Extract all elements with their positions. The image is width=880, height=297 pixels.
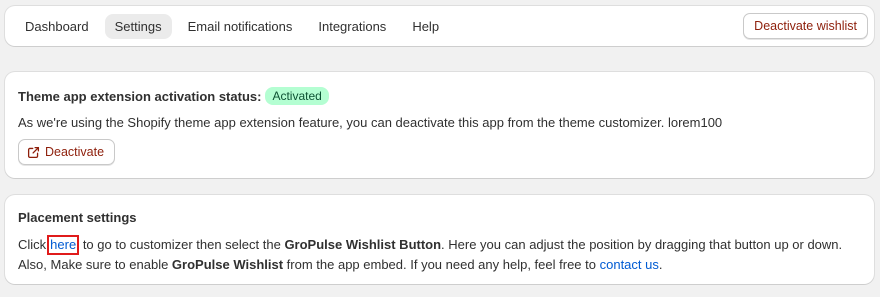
- wishlist-embed-name: GroPulse Wishlist: [171, 257, 284, 272]
- placement-heading-row: Placement settings: [18, 210, 137, 225]
- extension-status-card: Theme app extension activation status: A…: [5, 72, 874, 178]
- extension-status-heading: Theme app extension activation status:: [18, 88, 262, 104]
- app-page: Dashboard Settings Email notifications I…: [0, 0, 880, 297]
- instruction-text: to go to customizer then select the: [79, 237, 285, 252]
- placement-settings-card: Placement settings Click here to go to cu…: [5, 195, 874, 284]
- instruction-text-click: Click: [18, 237, 47, 252]
- deactivate-button-label: Deactivate: [45, 145, 105, 159]
- tab-email-notifications[interactable]: Email notifications: [178, 14, 303, 39]
- extension-status-heading-row: Theme app extension activation status: A…: [18, 87, 329, 105]
- top-navigation-bar: Dashboard Settings Email notifications I…: [5, 6, 874, 46]
- deactivate-wishlist-button[interactable]: Deactivate wishlist: [743, 13, 868, 39]
- tab-integrations[interactable]: Integrations: [308, 14, 396, 39]
- placement-instructions: Click here to go to customizer then selec…: [18, 235, 868, 275]
- external-link-icon: [27, 146, 40, 159]
- tab-help[interactable]: Help: [402, 14, 449, 39]
- contact-us-link[interactable]: contact us: [600, 257, 659, 272]
- nav-tabs: Dashboard Settings Email notifications I…: [15, 14, 455, 39]
- deactivate-button[interactable]: Deactivate: [18, 139, 116, 165]
- status-badge: Activated: [265, 87, 329, 105]
- instruction-text: .: [658, 257, 663, 272]
- wishlist-button-name: GroPulse Wishlist Button: [284, 237, 442, 252]
- here-link[interactable]: here: [50, 237, 76, 252]
- tab-settings[interactable]: Settings: [104, 14, 172, 39]
- extension-description: As we're using the Shopify theme app ext…: [18, 115, 723, 130]
- placement-heading: Placement settings: [18, 210, 137, 225]
- tab-dashboard[interactable]: Dashboard: [15, 14, 99, 39]
- here-link-highlight: here: [47, 235, 80, 255]
- instruction-text: from the app embed. If you need any help…: [283, 257, 600, 272]
